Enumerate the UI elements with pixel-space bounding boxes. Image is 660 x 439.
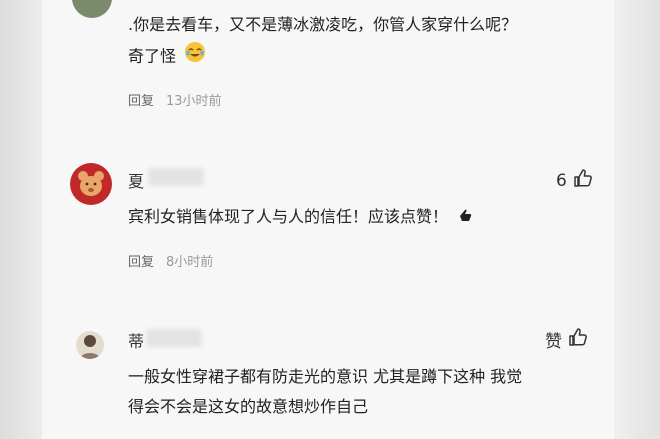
- comment-2-timestamp: 8小时前: [166, 255, 214, 270]
- comment-1-meta: 回复 13小时前: [128, 90, 222, 109]
- thumbs-up-icon: [573, 168, 593, 193]
- comment-2-author[interactable]: 夏: [128, 168, 144, 192]
- pointing-hand-icon: [457, 203, 473, 233]
- comment-1-text-line-2: 奇了怪: [128, 40, 598, 74]
- comment-3-author[interactable]: 蒂: [128, 328, 144, 352]
- person-avatar-icon: [80, 335, 100, 359]
- comment-2-text-row: 宾利女销售体现了人与人的信任！应该点赞！: [128, 202, 473, 233]
- comment-3-like-button[interactable]: 赞: [545, 327, 588, 352]
- comment-2-meta: 回复 8小时前: [128, 251, 213, 270]
- comment-1-timestamp: 13小时前: [166, 94, 222, 109]
- comment-3-avatar[interactable]: [76, 331, 104, 359]
- comment-1-text: .你是去看车，又不是薄冰激凌吃，你管人家穿什么呢？ 奇了怪: [128, 10, 598, 74]
- bear-face-icon: [78, 171, 104, 196]
- left-background: [0, 0, 42, 439]
- cry-laugh-emoji-icon: [183, 40, 207, 74]
- comment-2-avatar[interactable]: [70, 163, 112, 205]
- comment-3-author-mask: [146, 329, 202, 347]
- comment-3-text: 一般女性穿裙子都有防走光的意识 尤其是蹲下这种 我觉 得会不会是这女的故意想炒作…: [128, 362, 598, 422]
- comment-2-like-button[interactable]: 6: [556, 168, 593, 193]
- right-background: [614, 0, 660, 439]
- comment-2-reply-button[interactable]: 回复: [128, 255, 154, 270]
- comment-2-text: 宾利女销售体现了人与人的信任！应该点赞！: [128, 207, 449, 226]
- comment-3-text-line-1: 一般女性穿裙子都有防走光的意识 尤其是蹲下这种 我觉: [128, 367, 523, 386]
- comment-1-text-line-2-label: 奇了怪: [128, 46, 177, 66]
- comment-1-reply-button[interactable]: 回复: [128, 94, 154, 109]
- comment-3-like-label: 赞: [545, 332, 562, 352]
- comment-3-text-line-2: 得会不会是这女的故意想炒作自己: [128, 397, 369, 416]
- comment-2-like-count: 6: [556, 170, 567, 191]
- comment-2-author-mask: [148, 168, 204, 186]
- thumbs-up-icon: [568, 327, 588, 352]
- comment-1-text-line-1: .你是去看车，又不是薄冰激凌吃，你管人家穿什么呢？: [128, 15, 518, 34]
